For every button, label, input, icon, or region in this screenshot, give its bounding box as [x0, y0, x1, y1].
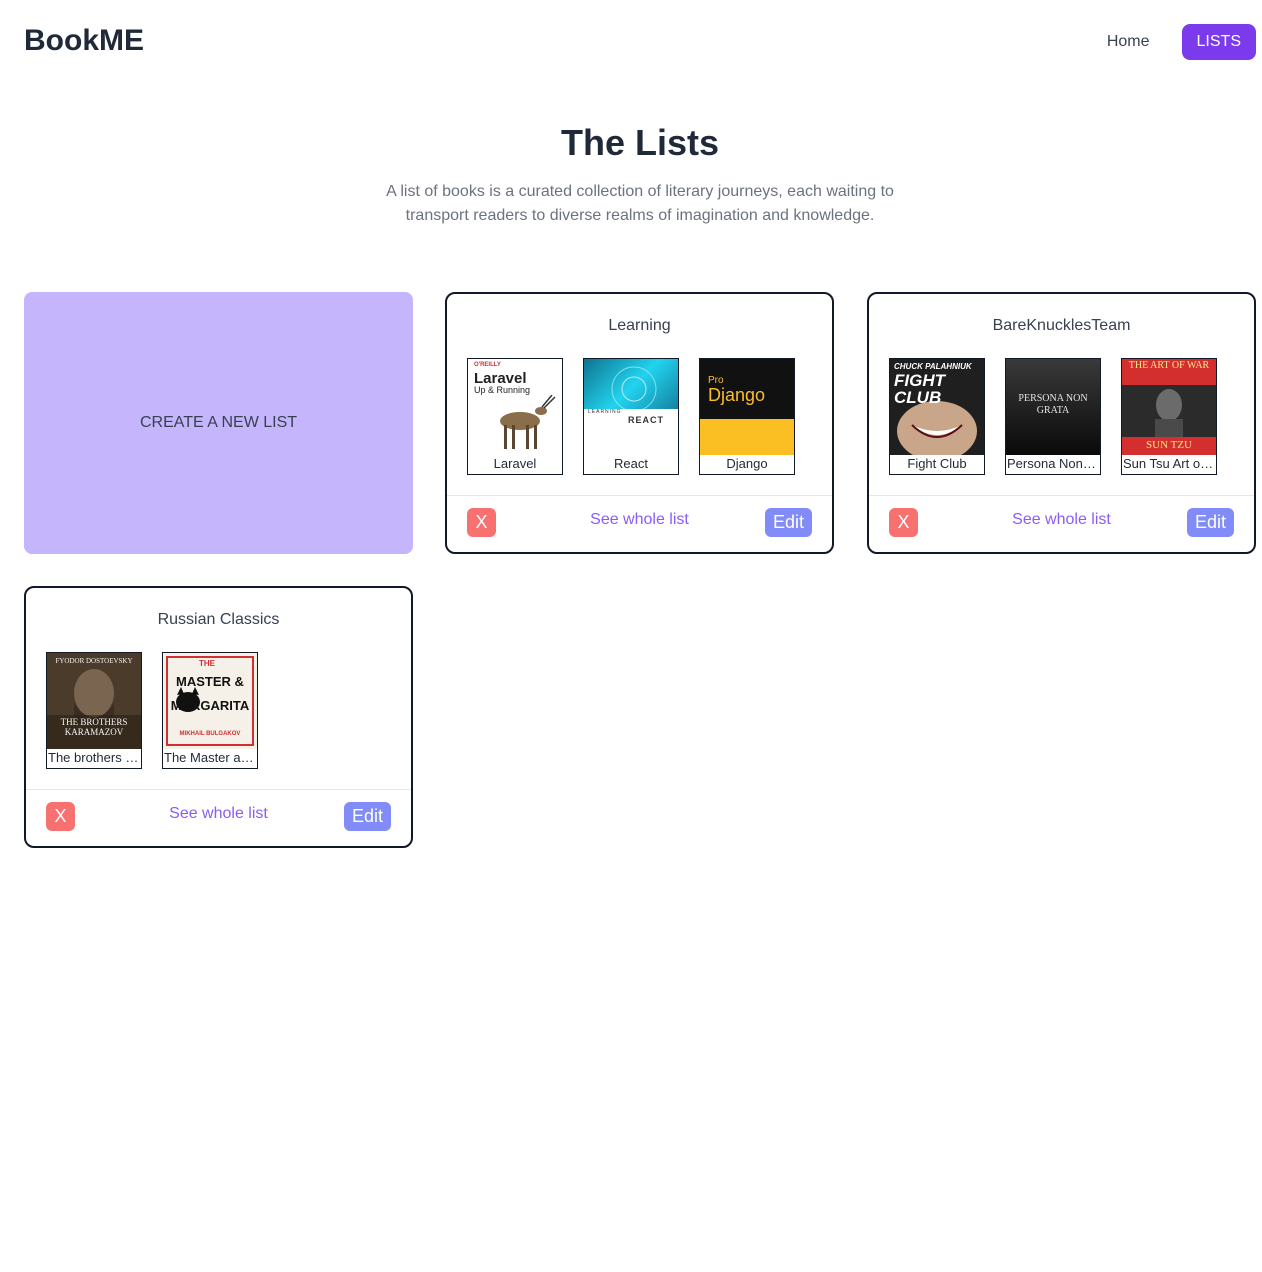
book-cover: LEARNING REACT: [584, 359, 678, 455]
book-row: O'REILLY Laravel Up & Running Laravel LE…: [467, 358, 815, 475]
book-cover: THE ART OF WAR SUN TZU: [1122, 359, 1216, 455]
book-cover: PERSONA NON GRATA: [1006, 359, 1100, 455]
book-title: Django: [726, 456, 768, 471]
book-item[interactable]: O'REILLY Laravel Up & Running Laravel: [467, 358, 563, 475]
book-cover: FYODOR DOSTOEVSKY THE BROTHERS KARAMAZOV: [47, 653, 141, 749]
card-divider: [447, 495, 832, 496]
book-title: Persona Non Grata: [1007, 456, 1100, 471]
book-title: Fight Club: [907, 456, 967, 471]
page-title: The Lists: [560, 122, 720, 163]
book-item[interactable]: THE ART OF WAR SUN TZU Sun Tsu Art of Wa…: [1121, 358, 1217, 475]
card-divider: [869, 495, 1254, 496]
book-item[interactable]: PERSONA NON GRATA Persona Non Grata: [1005, 358, 1101, 475]
list-card-bareknucklesteam: BareKnucklesTeam CHUCK PALAHNIUK FIGHT C…: [867, 292, 1256, 554]
book-cover: O'REILLY Laravel Up & Running: [468, 359, 562, 455]
top-nav: Home LISTS: [1091, 24, 1256, 60]
create-list-label: CREATE A NEW LIST: [139, 414, 298, 431]
book-row: FYODOR DOSTOEVSKY THE BROTHERS KARAMAZOV…: [46, 652, 278, 769]
nav-lists-button[interactable]: LISTS: [1181, 24, 1256, 60]
book-item[interactable]: LEARNING REACT React: [583, 358, 679, 475]
book-item[interactable]: Pro Django Django: [699, 358, 795, 475]
list-title: Learning: [608, 317, 671, 334]
list-title: BareKnucklesTeam: [992, 317, 1131, 334]
book-item[interactable]: CHUCK PALAHNIUK FIGHT CLUB Fight Club: [889, 358, 985, 475]
brand-logo[interactable]: BookME: [24, 24, 144, 58]
book-title: Sun Tsu Art of War: [1123, 456, 1216, 471]
list-card-learning: Learning O'REILLY Laravel Up & Running L…: [445, 292, 834, 554]
book-item[interactable]: FYODOR DOSTOEVSKY THE BROTHERS KARAMAZOV…: [46, 652, 142, 769]
page-subtitle: A list of books is a curated collection …: [386, 183, 894, 224]
list-title: Russian Classics: [157, 611, 280, 628]
card-divider: [26, 789, 411, 790]
edit-list-button[interactable]: Edit: [765, 508, 812, 537]
book-title: Laravel: [493, 456, 537, 471]
book-title: React: [614, 456, 648, 471]
book-row: CHUCK PALAHNIUK FIGHT CLUB Fight Club PE…: [889, 358, 1237, 475]
book-cover: THE MASTER & MARGARITA MIKHAIL BULGAKOV: [163, 653, 257, 749]
book-item[interactable]: THE MASTER & MARGARITA MIKHAIL BULGAKOV …: [162, 652, 258, 769]
book-title: The brothers Karamazov: [48, 750, 141, 765]
edit-list-button[interactable]: Edit: [1187, 508, 1234, 537]
list-card-russian-classics: Russian Classics FYODOR DOSTOEVSKY THE B…: [24, 586, 413, 848]
create-list-card[interactable]: CREATE A NEW LIST: [24, 292, 413, 554]
book-cover: Pro Django: [700, 359, 794, 455]
book-title: The Master and Margarita: [164, 750, 257, 765]
book-cover: CHUCK PALAHNIUK FIGHT CLUB: [890, 359, 984, 455]
edit-list-button[interactable]: Edit: [344, 802, 391, 831]
nav-home-link[interactable]: Home: [1091, 24, 1166, 60]
